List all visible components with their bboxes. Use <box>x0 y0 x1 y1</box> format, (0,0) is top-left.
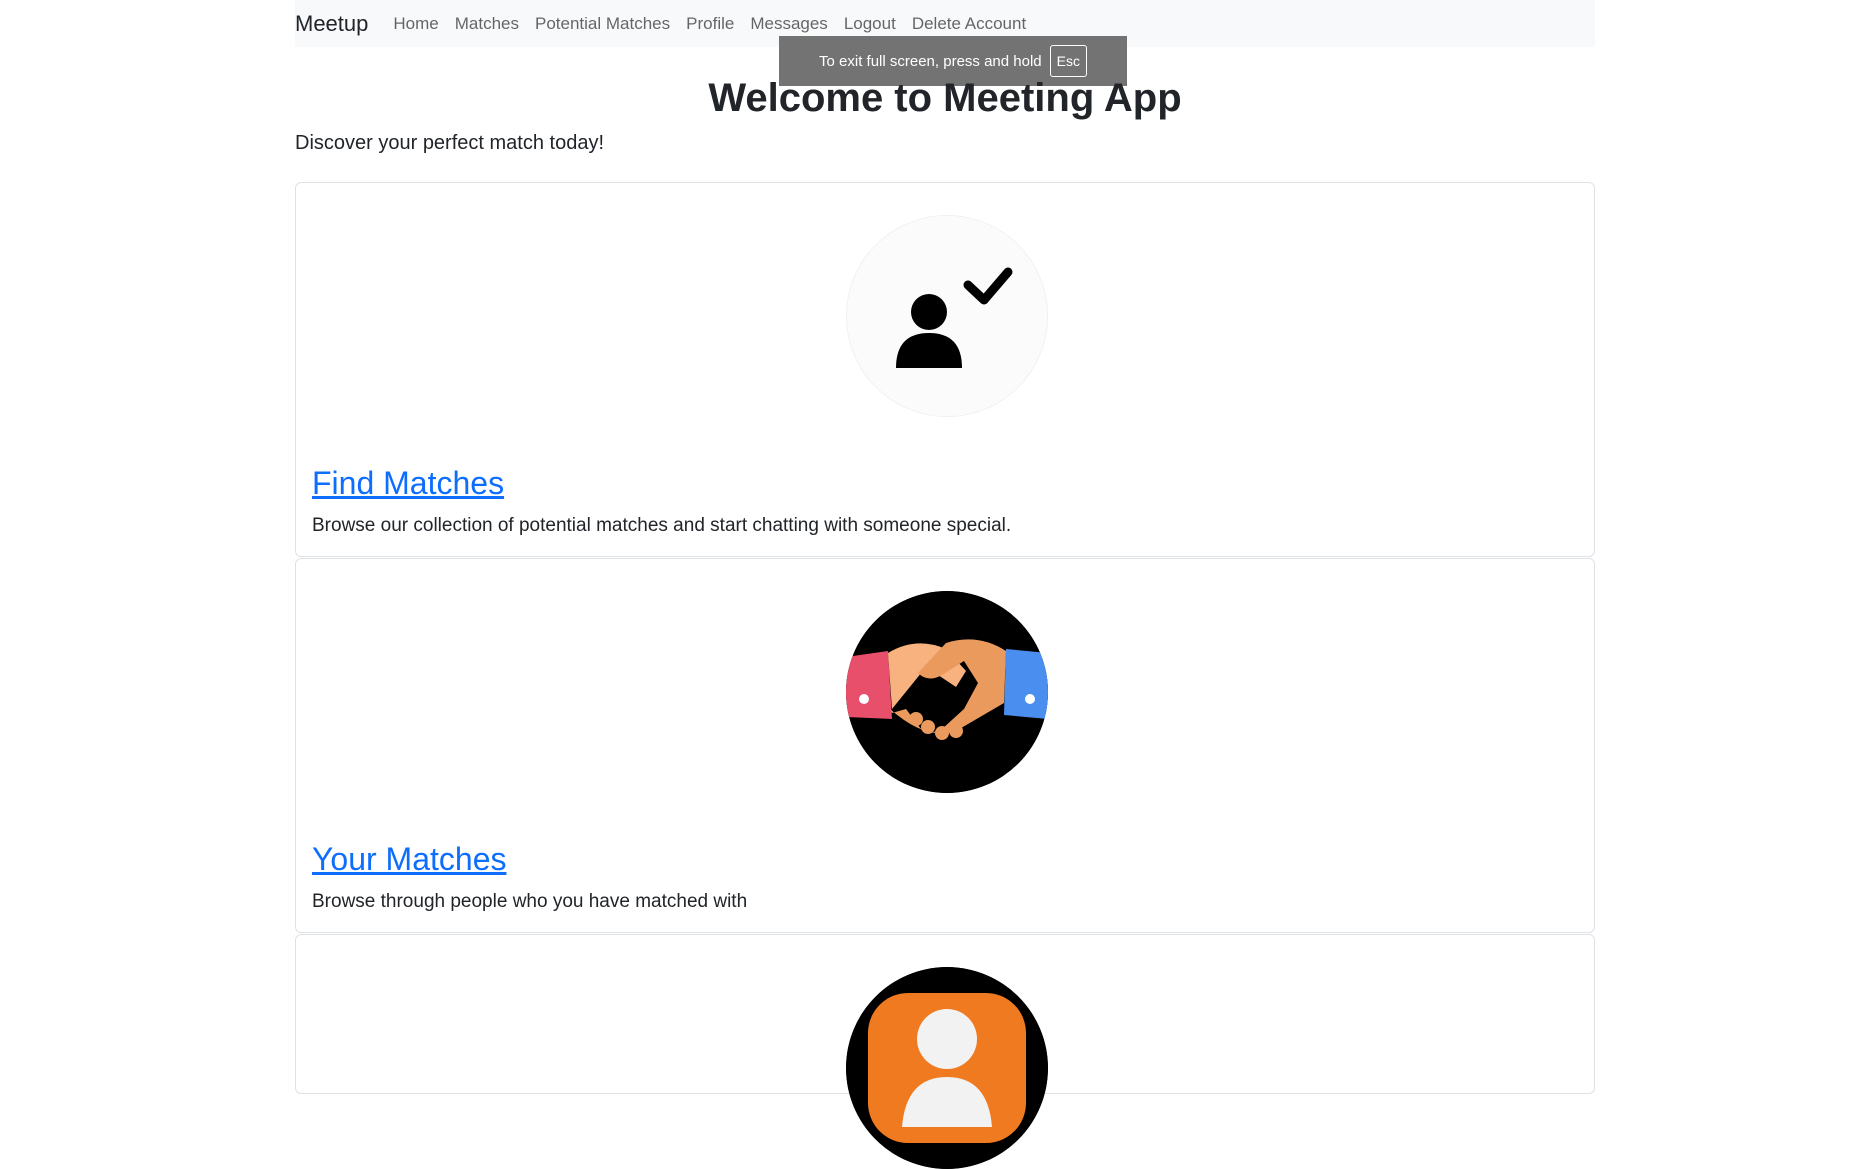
nav-links: Home Matches Potential Matches Profile M… <box>393 14 1042 34</box>
find-matches-link[interactable]: Find Matches <box>312 463 504 503</box>
toast-message: To exit full screen, press and hold <box>819 52 1042 70</box>
profile-icon <box>846 967 1048 1169</box>
page-container: Meetup Home Matches Potential Matches Pr… <box>295 0 1595 1169</box>
card-find-matches: Find Matches Browse our collection of po… <box>295 182 1595 557</box>
nav-potential-matches[interactable]: Potential Matches <box>535 14 670 34</box>
nav-messages[interactable]: Messages <box>750 14 827 34</box>
your-matches-link[interactable]: Your Matches <box>312 839 506 879</box>
nav-profile[interactable]: Profile <box>686 14 734 34</box>
lead-text: Discover your perfect match today! <box>295 132 605 154</box>
card-profile <box>295 934 1595 1169</box>
nav-matches[interactable]: Matches <box>455 14 519 34</box>
user-check-icon <box>846 215 1048 417</box>
nav-delete-account[interactable]: Delete Account <box>912 14 1026 34</box>
card-your-matches: Your Matches Browse through people who y… <box>295 558 1595 933</box>
nav-logout[interactable]: Logout <box>844 14 896 34</box>
your-matches-description: Browse through people who you have match… <box>312 891 748 912</box>
brand-link[interactable]: Meetup <box>295 11 368 37</box>
handshake-icon <box>846 591 1048 793</box>
page-title: Welcome to Meeting App <box>708 76 1182 120</box>
nav-home[interactable]: Home <box>393 14 438 34</box>
find-matches-description: Browse our collection of potential match… <box>312 515 1012 536</box>
